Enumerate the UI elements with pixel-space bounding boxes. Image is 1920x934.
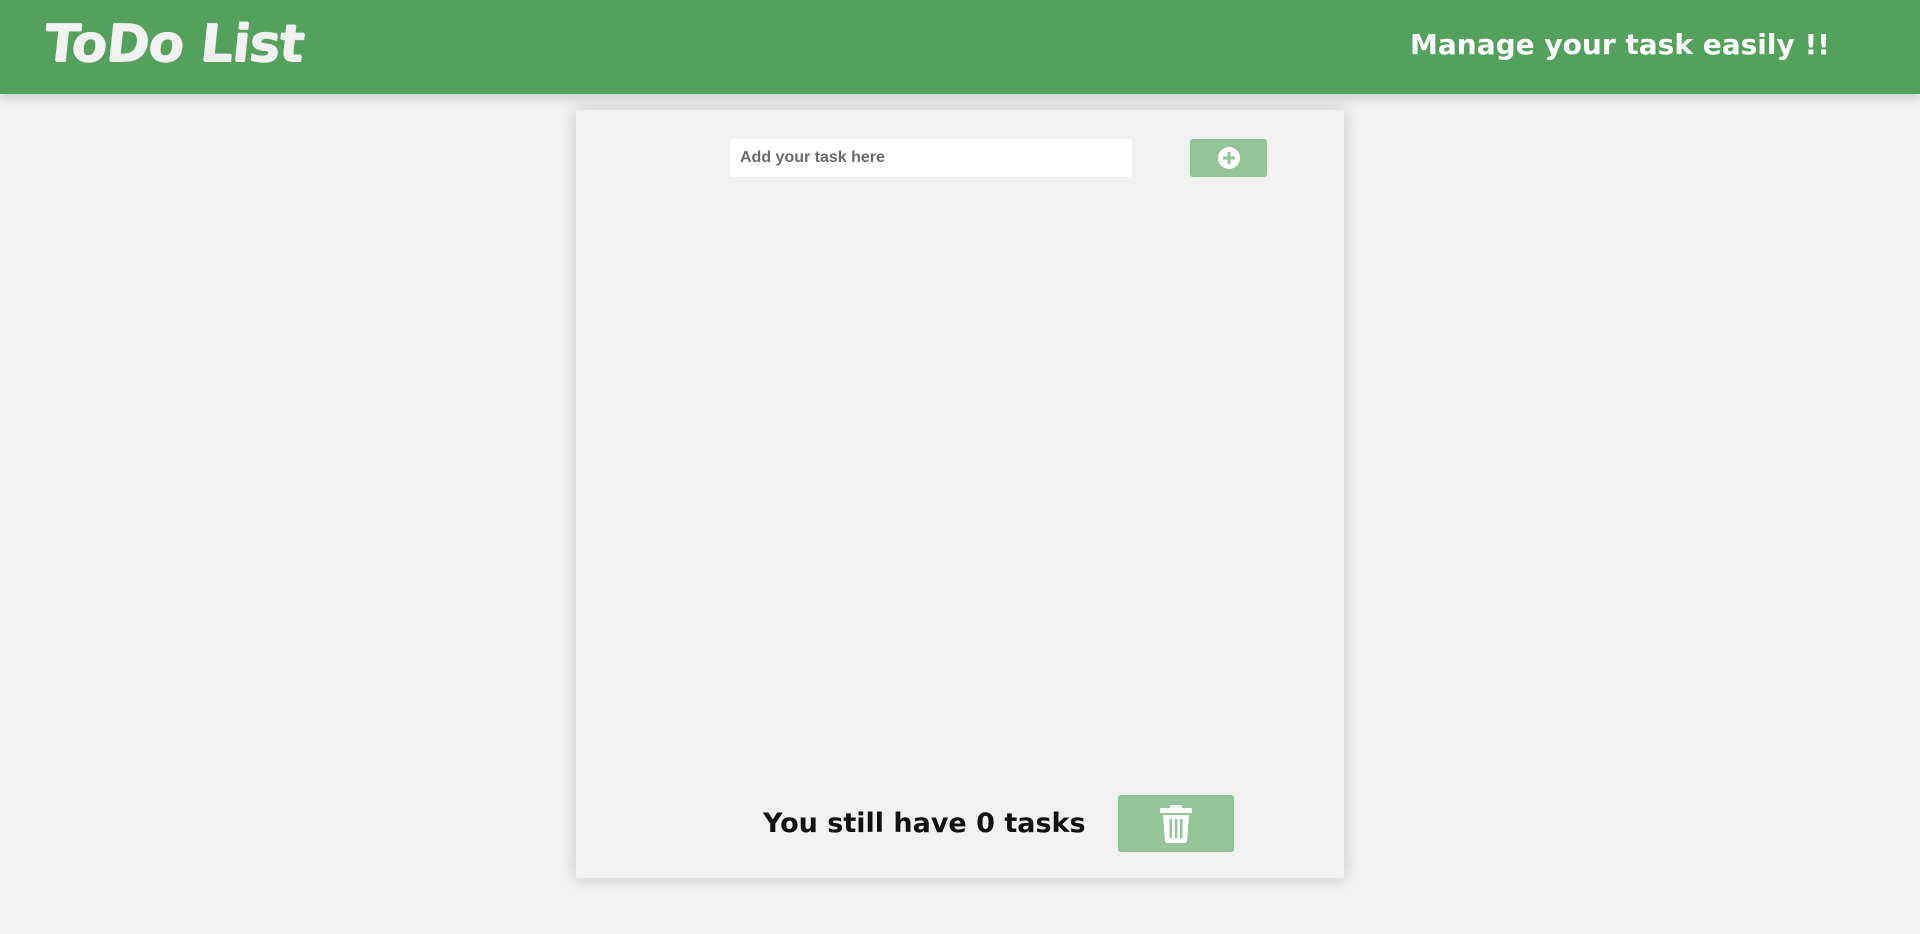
task-list <box>616 200 1304 760</box>
plus-circle-icon <box>1217 147 1240 169</box>
todo-card: You still have 0 tasks <box>576 110 1344 878</box>
trash-icon <box>1160 804 1192 843</box>
app-logo: ToDo List <box>40 14 307 74</box>
tasks-count-status: You still have 0 tasks <box>763 808 1086 839</box>
header-tagline: Manage your task easily !! <box>1410 28 1830 61</box>
task-input[interactable] <box>730 139 1132 177</box>
app-header: ToDo List Manage your task easily !! <box>0 0 1920 94</box>
clear-all-button[interactable] <box>1118 795 1234 852</box>
add-task-button[interactable] <box>1190 139 1267 177</box>
